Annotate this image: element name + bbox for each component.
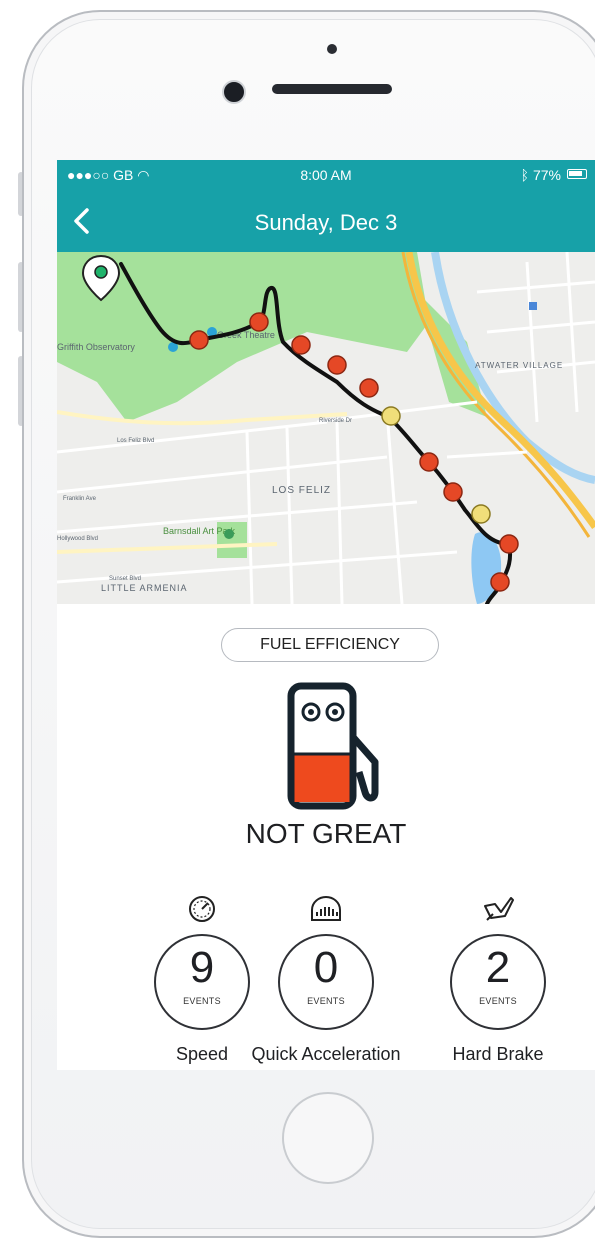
speed-event-marker[interactable] xyxy=(249,312,269,332)
front-camera xyxy=(222,80,246,104)
map-label-sunset: Sunset Blvd xyxy=(109,576,141,582)
nav-bar: Sunday, Dec 3 xyxy=(57,190,595,252)
speed-events-count: 9 xyxy=(189,943,215,992)
hard-brake-events-circle: 2 EVENTS xyxy=(450,934,546,1030)
hard-brake-label: Hard Brake xyxy=(452,1044,544,1064)
hard-brake-metric[interactable]: 2 EVENTS Hard Brake xyxy=(423,894,573,1064)
map-label-riverside: Riverside Dr xyxy=(319,418,352,424)
battery-percent: 77% xyxy=(532,167,561,183)
speed-event-marker[interactable] xyxy=(327,355,347,375)
map-label-hollywood: Hollywood Blvd xyxy=(57,536,98,542)
acceleration-events-count: 0 xyxy=(313,943,339,992)
map-label-observatory: Griffith Observatory xyxy=(57,342,135,352)
gauge-icon xyxy=(311,895,341,921)
hard-brake-events-count: 2 xyxy=(485,943,511,992)
events-unit-label: EVENTS xyxy=(479,996,517,1006)
status-time: 8:00 AM xyxy=(300,167,352,183)
quick-acceleration-metric[interactable]: 0 EVENTS Quick Acceleration xyxy=(251,894,401,1064)
speed-events-circle: 9 EVENTS xyxy=(154,934,250,1030)
fuel-rating: NOT GREAT xyxy=(245,818,407,849)
trip-summary: FUEL EFFICIENCY NOT GREAT 9 EVENTS Speed xyxy=(57,604,595,1070)
page-title: Sunday, Dec 3 xyxy=(254,210,398,235)
earpiece-speaker xyxy=(272,84,392,94)
home-button[interactable] xyxy=(282,1092,374,1184)
map-label-atwater: ATWATER VILLAGE xyxy=(475,361,563,370)
fuel-efficiency-badge: FUEL EFFICIENCY xyxy=(221,628,439,662)
app-screen: ●●●○○ GB ◠ 8:00 AM ᛒ 77% Sunday, Dec 3 G… xyxy=(57,160,595,1070)
trip-map[interactable]: Griffith Observatory Greek Theatre ATWAT… xyxy=(57,252,595,604)
map-label-los-feliz: LOS FELIZ xyxy=(272,485,331,496)
speed-event-marker[interactable] xyxy=(490,572,510,592)
speed-event-marker[interactable] xyxy=(359,378,379,398)
map-label-franklin: Franklin Ave xyxy=(63,496,97,502)
speed-event-marker[interactable] xyxy=(499,534,519,554)
hard-brake-marker[interactable] xyxy=(381,406,401,426)
proximity-sensor xyxy=(327,44,337,54)
battery-status: ᛒ 77% xyxy=(521,167,561,183)
battery-icon xyxy=(567,169,587,179)
speed-event-marker[interactable] xyxy=(189,330,209,350)
events-unit-label: EVENTS xyxy=(183,996,221,1006)
speed-event-marker[interactable] xyxy=(443,482,463,502)
status-bar: ●●●○○ GB ◠ 8:00 AM ᛒ 77% xyxy=(57,160,595,190)
speedometer-icon xyxy=(189,896,215,922)
acceleration-events-circle: 0 EVENTS xyxy=(278,934,374,1030)
map-label-little-armenia: LITTLE ARMENIA xyxy=(101,583,188,593)
fuel-pump-icon xyxy=(287,682,379,810)
bluetooth-icon: ᛒ xyxy=(520,167,533,183)
map-label-los-feliz-blvd: Los Feliz Blvd xyxy=(117,438,154,444)
brake-pedal-icon xyxy=(484,897,514,921)
speed-event-marker[interactable] xyxy=(291,335,311,355)
hard-brake-marker[interactable] xyxy=(471,504,491,524)
events-unit-label: EVENTS xyxy=(307,996,345,1006)
speed-event-marker[interactable] xyxy=(419,452,439,472)
